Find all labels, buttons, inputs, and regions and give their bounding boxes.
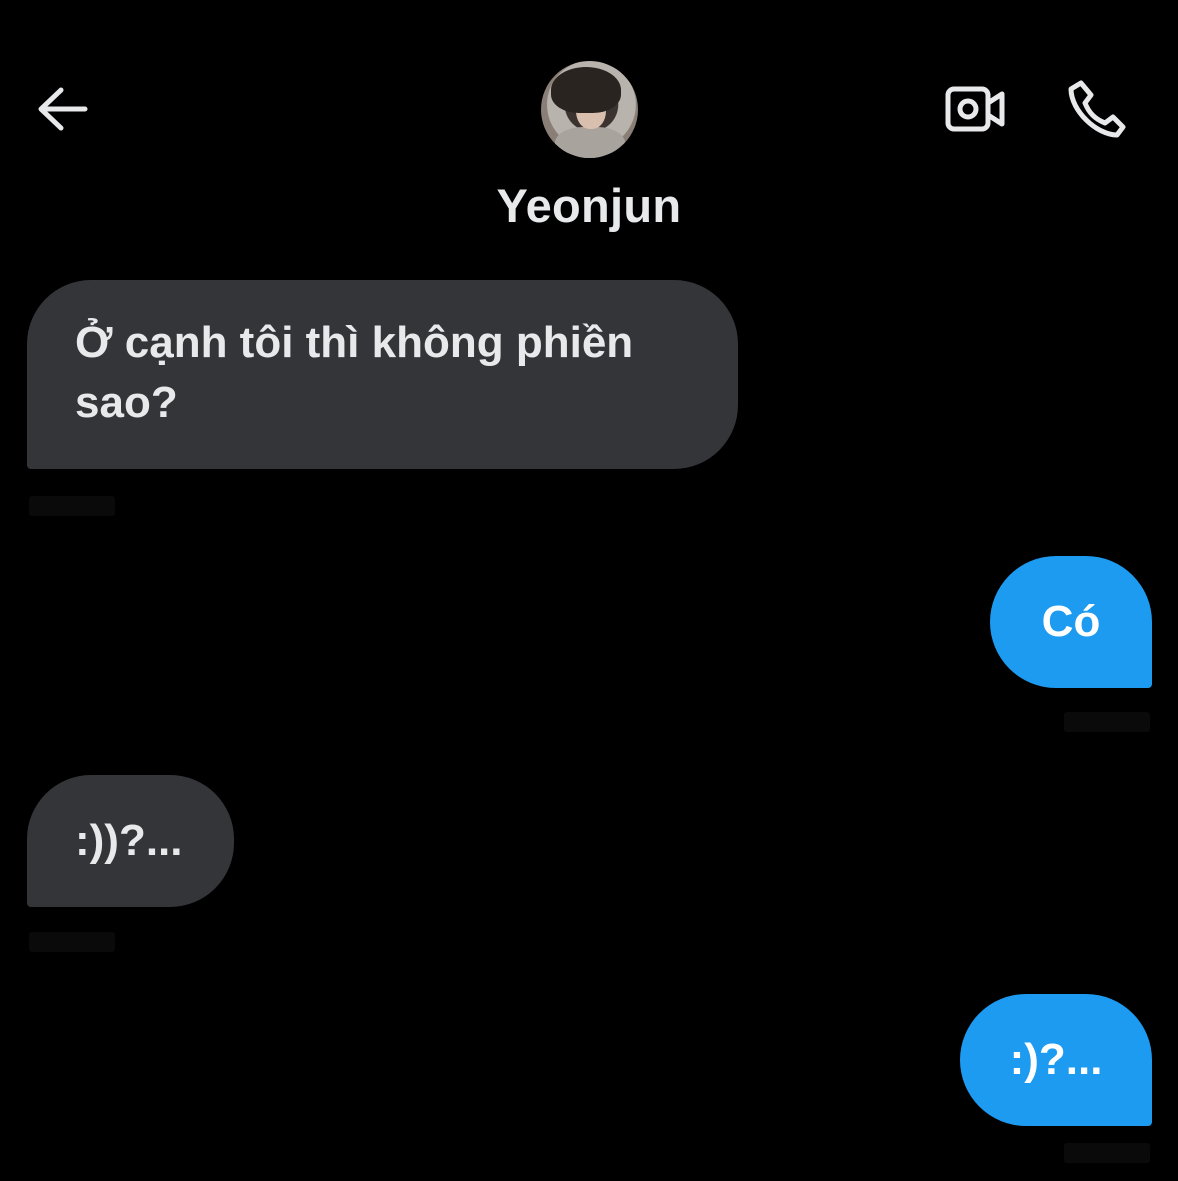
phone-call-button[interactable]	[1060, 76, 1130, 142]
avatar[interactable]	[541, 61, 638, 158]
outgoing-message[interactable]: :)?...	[960, 994, 1152, 1126]
contact-name[interactable]: Yeonjun	[0, 178, 1178, 233]
incoming-message[interactable]: :))?...	[27, 775, 234, 907]
outgoing-message[interactable]: Có	[990, 556, 1152, 688]
back-button[interactable]	[28, 78, 94, 140]
incoming-message[interactable]: Ở cạnh tôi thì không phiền sao?	[27, 280, 738, 469]
message-timestamp	[1064, 1143, 1150, 1163]
message-timestamp	[1064, 712, 1150, 732]
message-timestamp	[29, 496, 115, 516]
video-camera-icon	[945, 86, 1005, 132]
video-call-button[interactable]	[940, 78, 1010, 140]
arrow-left-icon	[38, 87, 88, 131]
phone-icon	[1068, 80, 1126, 138]
message-timestamp	[29, 932, 115, 952]
conversation-header: Yeonjun	[0, 0, 1178, 260]
